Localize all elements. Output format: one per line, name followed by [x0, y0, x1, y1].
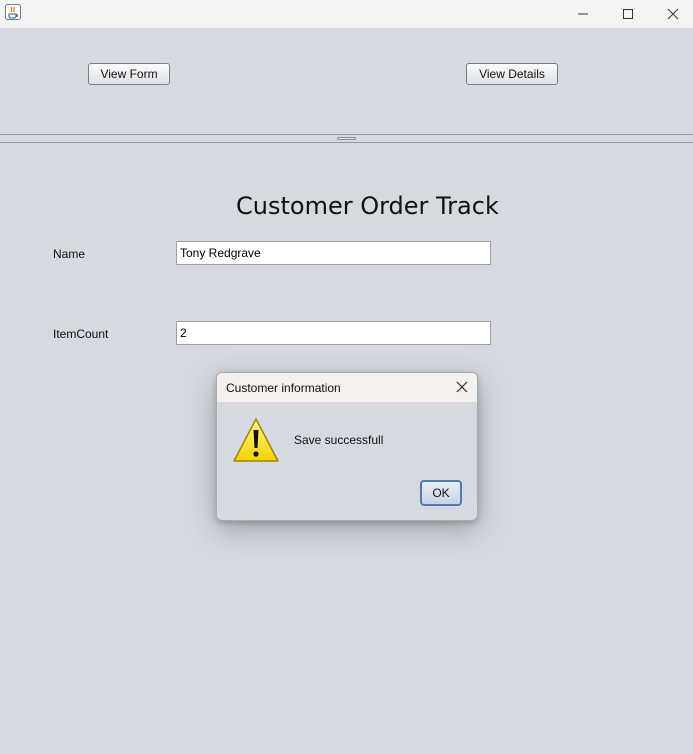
view-details-button[interactable]: View Details [466, 63, 558, 85]
dialog-titlebar: Customer information [217, 373, 477, 402]
message-dialog: Customer information Save successfull OK [216, 372, 478, 521]
name-label: Name [53, 247, 86, 261]
warning-icon [233, 418, 279, 462]
split-pane-divider[interactable] [0, 134, 693, 143]
minimize-button[interactable] [560, 0, 606, 28]
view-form-button[interactable]: View Form [88, 63, 170, 85]
maximize-button[interactable] [605, 0, 651, 28]
dialog-close-button[interactable] [453, 378, 471, 396]
dialog-title: Customer information [226, 381, 341, 395]
ok-button[interactable]: OK [420, 480, 462, 506]
close-icon [456, 381, 468, 393]
close-button[interactable] [650, 0, 693, 28]
top-panel: View Form View Details [0, 28, 693, 134]
window-titlebar [0, 0, 693, 28]
maximize-icon [623, 9, 633, 19]
divider-grip-icon[interactable] [337, 137, 356, 140]
java-icon [5, 4, 21, 20]
itemcount-field[interactable] [176, 321, 491, 345]
dialog-message: Save successfull [294, 433, 384, 447]
name-field[interactable] [176, 241, 491, 265]
itemcount-label: ItemCount [53, 327, 109, 341]
form-title: Customer Order Track [236, 192, 499, 220]
close-icon [667, 8, 679, 20]
minimize-icon [578, 13, 588, 15]
